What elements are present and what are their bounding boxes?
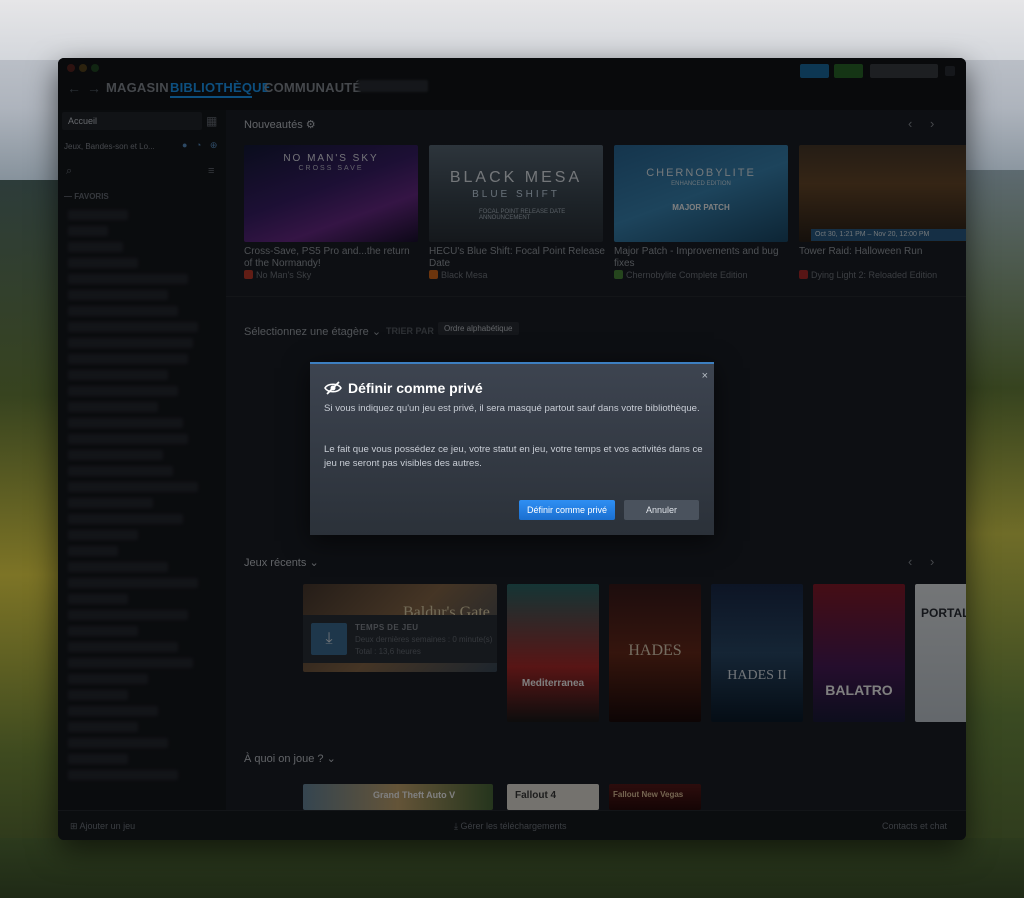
close-icon[interactable]: × [702,370,708,382]
eye-slash-icon [324,381,342,398]
cancel-button[interactable]: Annuler [624,500,699,520]
desktop-sky [0,0,1024,60]
set-private-dialog: × Définir comme privé Si vous indiquez q… [310,362,714,535]
dialog-title: Définir comme privé [324,380,483,398]
desktop-wallpaper-bottom [0,838,1024,898]
dialog-description-2: Le fait que vous possédez ce jeu, votre … [324,444,703,469]
dialog-description-1: Si vous indiquez qu'un jeu est privé, il… [324,403,700,414]
confirm-private-button[interactable]: Définir comme privé [519,500,615,520]
